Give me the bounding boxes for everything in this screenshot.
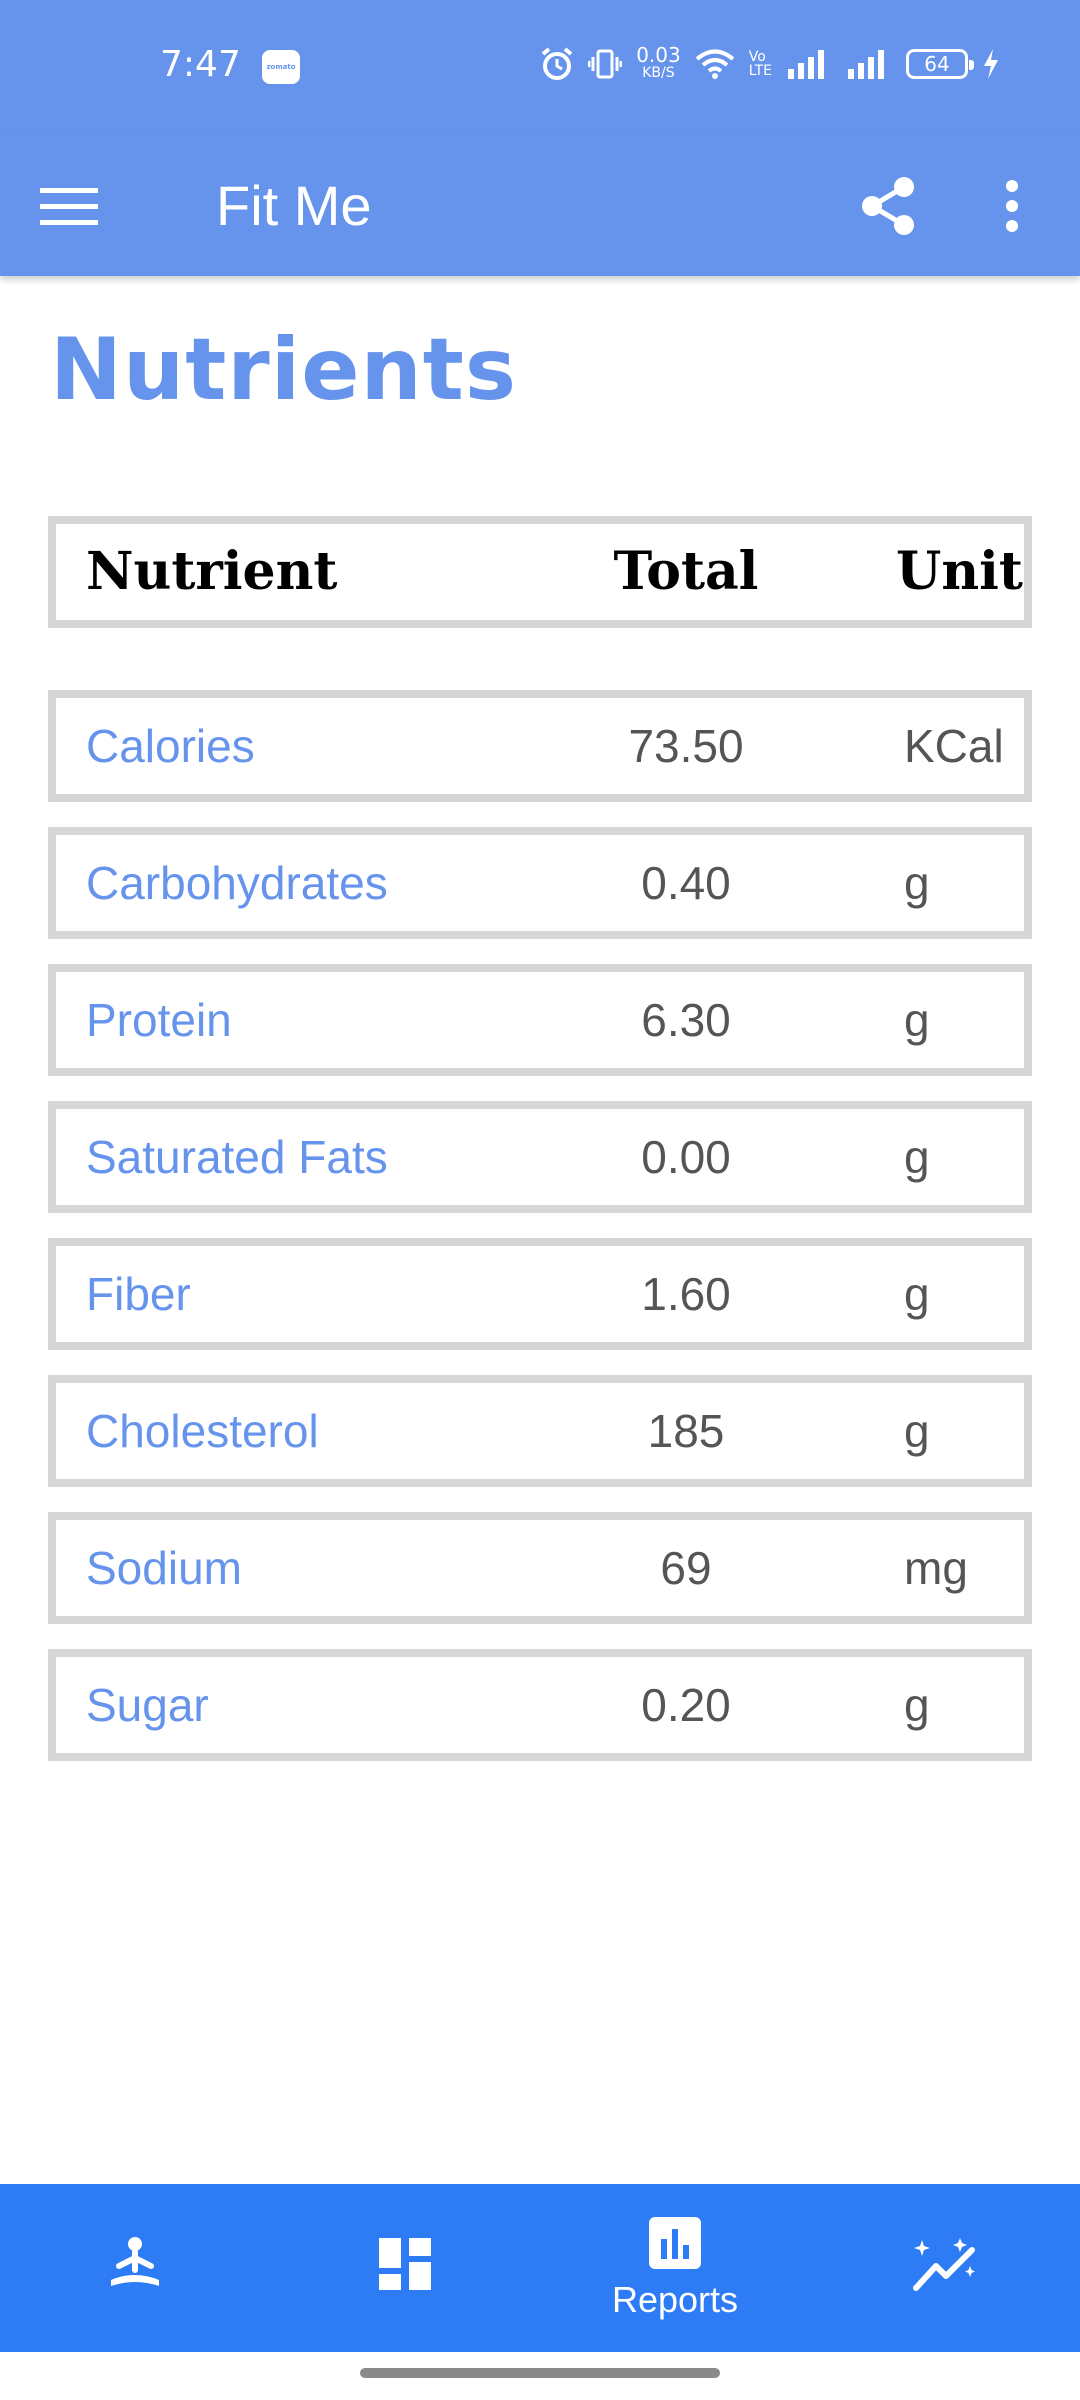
nutrient-unit: g — [904, 1131, 930, 1183]
table-row: Cholesterol 185 g — [48, 1375, 1032, 1487]
header-unit: Unit — [896, 541, 1023, 602]
menu-icon — [40, 188, 98, 225]
table-row: Sodium 69 mg — [48, 1512, 1032, 1624]
nutrient-name: Saturated Fats — [86, 1131, 388, 1183]
nutrient-total: 0.00 — [641, 1131, 731, 1183]
table-row: Saturated Fats 0.00 g — [48, 1101, 1032, 1213]
app-bar: Fit Me — [0, 136, 1080, 276]
nav-item-meditation[interactable] — [0, 2184, 270, 2352]
nutrient-name: Sodium — [86, 1542, 242, 1594]
nav-label-reports: Reports — [611, 2279, 739, 2320]
battery-icon: 64 — [906, 49, 974, 79]
gesture-navigation-bar[interactable] — [360, 2368, 720, 2378]
table-row: Calories 73.50 KCal — [48, 690, 1032, 802]
page-title: Nutrients — [50, 320, 518, 420]
nutrient-unit: g — [904, 1405, 930, 1457]
status-icons: 0.03 KB/S Vo LTE 64 — [540, 44, 1000, 84]
more-options-button[interactable] — [990, 162, 1034, 250]
network-speed: 0.03 KB/S — [636, 43, 681, 82]
share-button[interactable] — [852, 162, 924, 250]
nutrient-unit: mg — [904, 1542, 968, 1594]
nav-item-dashboard[interactable] — [270, 2184, 540, 2352]
nutrient-unit: KCal — [904, 720, 1004, 772]
share-icon — [862, 177, 914, 235]
charging-icon — [984, 49, 998, 79]
menu-button[interactable] — [40, 166, 130, 246]
table-row: Carbohydrates 0.40 g — [48, 827, 1032, 939]
nutrient-name: Cholesterol — [86, 1405, 319, 1457]
nutrient-unit: g — [904, 1268, 930, 1320]
nav-item-reports[interactable]: Reports — [540, 2184, 810, 2352]
app-title: Fit Me — [216, 174, 372, 237]
nutrient-total: 0.40 — [641, 857, 731, 909]
nutrient-total: 69 — [660, 1542, 712, 1594]
meditation-icon — [111, 2237, 159, 2286]
nutrient-unit: g — [904, 994, 930, 1046]
vibrate-icon — [588, 49, 623, 79]
more-vert-icon — [1006, 180, 1018, 232]
nutrient-total: 0.20 — [641, 1679, 731, 1731]
alarm-icon — [541, 47, 573, 80]
table-row: Sugar 0.20 g — [48, 1649, 1032, 1761]
table-header-row: Nutrient Total Unit — [48, 516, 1032, 628]
net-speed-unit: KB/S — [642, 65, 675, 81]
nutrient-name: Fiber — [86, 1268, 191, 1320]
trending-icon — [913, 2238, 975, 2291]
wifi-icon — [695, 49, 734, 79]
bottom-navigation: Reports — [0, 2184, 1080, 2352]
reports-icon — [649, 2217, 701, 2269]
table-row: Protein 6.30 g — [48, 964, 1032, 1076]
nutrient-name: Sugar — [86, 1679, 209, 1731]
nutrient-name: Protein — [86, 994, 232, 1046]
signal-icon-2 — [848, 50, 884, 79]
nutrient-name: Calories — [86, 720, 255, 772]
nutrient-table: Nutrient Total Unit Calories 73.50 KCal … — [48, 516, 1032, 1786]
status-bar: 7:47 zomato 0.03 KB/S Vo LTE 64 — [0, 0, 1080, 136]
volte-indicator: Vo LTE — [749, 50, 772, 78]
dashboard-icon — [379, 2238, 431, 2290]
nutrient-unit: g — [904, 1679, 930, 1731]
header-nutrient: Nutrient — [86, 541, 338, 602]
net-speed-value: 0.03 — [636, 43, 681, 67]
notification-app-icon: zomato — [262, 50, 300, 84]
nutrient-total: 1.60 — [641, 1268, 731, 1320]
nutrient-total: 73.50 — [628, 720, 744, 772]
table-row: Fiber 1.60 g — [48, 1238, 1032, 1350]
battery-level: 64 — [924, 52, 950, 76]
nutrient-total: 6.30 — [641, 994, 731, 1046]
status-time: 7:47 — [160, 44, 241, 85]
volte-line1: Vo — [748, 49, 766, 65]
nutrient-total: 185 — [647, 1405, 725, 1457]
nutrient-name: Carbohydrates — [86, 857, 388, 909]
volte-line2: LTE — [748, 63, 772, 79]
nutrient-unit: g — [904, 857, 930, 909]
signal-icon — [788, 50, 824, 79]
header-total: Total — [613, 541, 759, 602]
nav-item-trending[interactable] — [810, 2184, 1080, 2352]
